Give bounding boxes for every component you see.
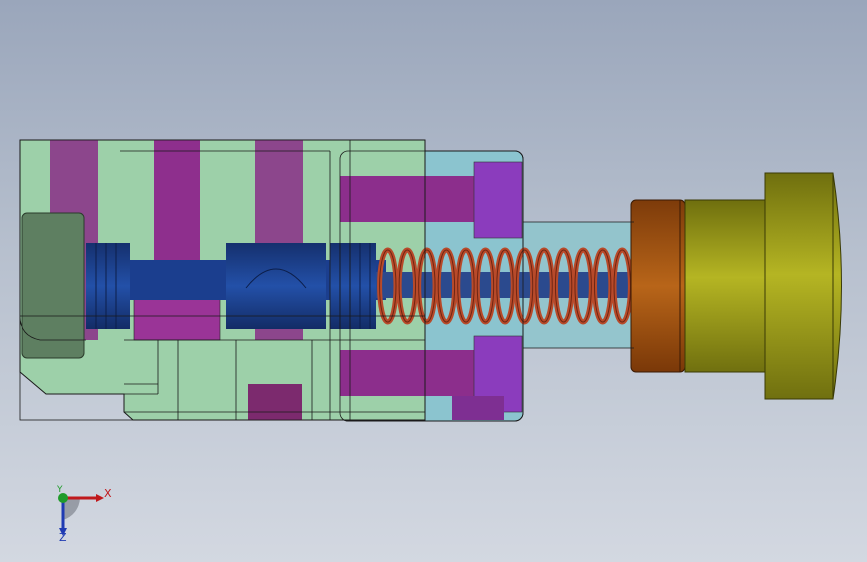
- bolt-bottom: [248, 384, 302, 420]
- model-view: [19, 139, 842, 422]
- end-plug: [21, 212, 85, 359]
- z-axis-label: Z: [59, 531, 67, 544]
- x-axis-label: X: [104, 487, 112, 500]
- bolt-top-head: [473, 161, 523, 239]
- y-axis-label: Y: [57, 485, 63, 495]
- graphics-viewport[interactable]: X Y Z: [0, 0, 867, 562]
- spring-seat: [630, 199, 686, 373]
- bolt-bottom-stub: [452, 396, 504, 420]
- knob-neck: [684, 199, 766, 373]
- adjusting-knob: [764, 172, 842, 400]
